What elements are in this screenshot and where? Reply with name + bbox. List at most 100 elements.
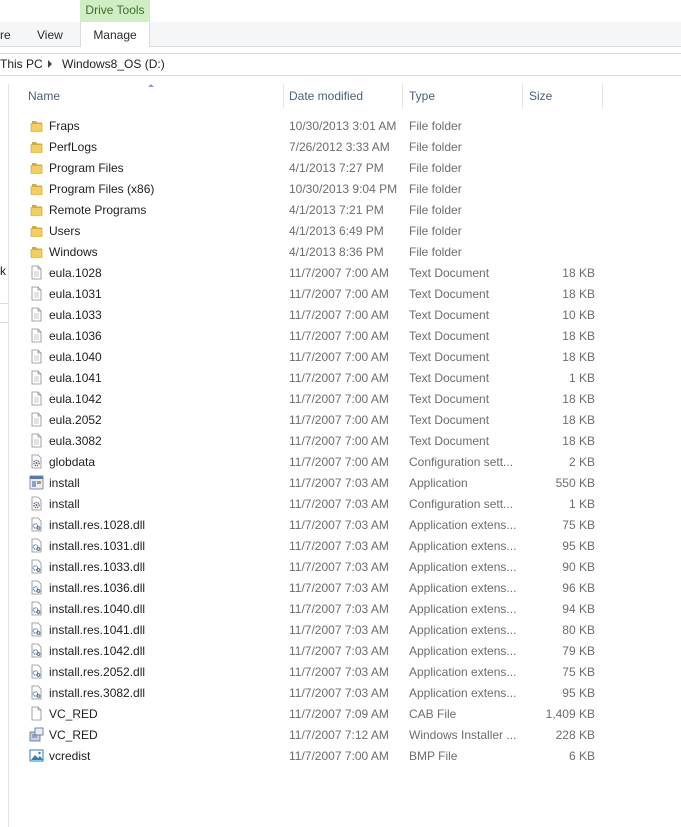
breadcrumb-chevron-icon[interactable] — [48, 60, 52, 68]
file-name: Program Files (x86) — [49, 182, 155, 196]
file-name: eula.1041 — [49, 371, 102, 385]
file-row[interactable]: Program Files 4/1/2013 7:27 PM File folder — [0, 157, 681, 178]
file-name: eula.1028 — [49, 266, 102, 280]
file-row[interactable]: globdata 11/7/2007 7:00 AM Configuration s… — [0, 451, 681, 472]
file-date-modified: 11/7/2007 7:03 AM — [289, 623, 389, 637]
file-size: 18 KB — [562, 266, 595, 280]
file-row[interactable]: eula.1041 11/7/2007 7:00 AM Text Document 1… — [0, 367, 681, 388]
file-row[interactable]: install.res.1028.dll 11/7/2007 7:03 AM App… — [0, 514, 681, 535]
file-date-modified: 7/26/2012 3:33 AM — [289, 140, 390, 154]
file-row[interactable]: Users 4/1/2013 6:49 PM File folder — [0, 220, 681, 241]
breadcrumb-drive[interactable]: Windows8_OS (D:) — [62, 57, 165, 71]
file-row[interactable]: eula.3082 11/7/2007 7:00 AM Text Document 1… — [0, 430, 681, 451]
file-name: install.res.1036.dll — [49, 581, 146, 595]
file-row[interactable]: eula.2052 11/7/2007 7:00 AM Text Document 1… — [0, 409, 681, 430]
file-name: Program Files — [49, 161, 124, 175]
file-row[interactable]: eula.1040 11/7/2007 7:00 AM Text Document 1… — [0, 346, 681, 367]
file-row[interactable]: vcredist 11/7/2007 7:00 AM BMP File 6 KB — [0, 745, 681, 766]
file-type: Text Document — [409, 329, 490, 343]
tab-view[interactable]: View — [37, 22, 63, 46]
file-row[interactable]: install.res.1040.dll 11/7/2007 7:03 AM App… — [0, 598, 681, 619]
file-size: 228 KB — [555, 728, 595, 742]
file-row[interactable]: VC_RED 11/7/2007 7:09 AM CAB File 1,409 KB — [0, 703, 681, 724]
file-row[interactable]: install 11/7/2007 7:03 AM Configuration se… — [0, 493, 681, 514]
file-row[interactable]: install 11/7/2007 7:03 AM Application 550 K… — [0, 472, 681, 493]
file-type: Text Document — [409, 371, 490, 385]
file-name: vcredist — [49, 749, 91, 763]
file-type: Application extens... — [409, 539, 517, 553]
file-date-modified: 11/7/2007 7:03 AM — [289, 476, 389, 490]
file-row[interactable]: install.res.1042.dll 11/7/2007 7:03 AM App… — [0, 640, 681, 661]
file-date-modified: 11/7/2007 7:00 AM — [289, 287, 389, 301]
file-row[interactable]: eula.1028 11/7/2007 7:00 AM Text Document 1… — [0, 262, 681, 283]
file-date-modified: 11/7/2007 7:00 AM — [289, 308, 389, 322]
file-row[interactable]: Fraps 10/30/2013 3:01 AM File folder — [0, 115, 681, 136]
file-type: Text Document — [409, 287, 490, 301]
bitmap-image-icon — [29, 748, 44, 763]
file-type: Text Document — [409, 350, 490, 364]
column-header-size[interactable]: Size — [529, 89, 552, 103]
file-name: eula.1031 — [49, 287, 102, 301]
column-header-type[interactable]: Type — [409, 89, 435, 103]
file-row[interactable]: eula.1031 11/7/2007 7:00 AM Text Document 1… — [0, 283, 681, 304]
text-document-icon — [29, 307, 44, 322]
file-type: Configuration sett... — [409, 455, 514, 469]
file-size: 79 KB — [562, 644, 595, 658]
file-row[interactable]: eula.1036 11/7/2007 7:00 AM Text Document 1… — [0, 325, 681, 346]
file-type: Application — [409, 476, 468, 490]
file-name: eula.2052 — [49, 413, 102, 427]
file-row[interactable]: Windows 4/1/2013 8:36 PM File folder — [0, 241, 681, 262]
column-header-date[interactable]: Date modified — [289, 89, 363, 103]
file-size: 75 KB — [562, 518, 595, 532]
file-row[interactable]: install.res.1031.dll 11/7/2007 7:03 AM App… — [0, 535, 681, 556]
address-bar[interactable]: This PC Windows8_OS (D:) — [0, 53, 681, 76]
file-type: File folder — [409, 203, 462, 217]
drive-tools-context-tab[interactable]: Drive Tools — [80, 0, 150, 22]
file-date-modified: 11/7/2007 7:00 AM — [289, 749, 389, 763]
file-row[interactable]: install.res.2052.dll 11/7/2007 7:03 AM App… — [0, 661, 681, 682]
file-size: 90 KB — [562, 560, 595, 574]
file-type: Windows Installer ... — [409, 728, 517, 742]
dll-icon — [29, 664, 44, 679]
file-row[interactable]: Program Files (x86) 10/30/2013 9:04 PM Fil… — [0, 178, 681, 199]
file-name: PerfLogs — [49, 140, 98, 154]
file-type: Application extens... — [409, 602, 517, 616]
file-size: 10 KB — [562, 308, 595, 322]
file-name: install — [49, 476, 80, 490]
file-type: File folder — [409, 140, 462, 154]
file-name: eula.3082 — [49, 434, 102, 448]
breadcrumb-this-pc[interactable]: This PC — [0, 57, 43, 71]
column-divider[interactable] — [402, 84, 403, 108]
file-date-modified: 11/7/2007 7:03 AM — [289, 560, 389, 574]
column-header-name[interactable]: Name — [28, 89, 60, 103]
dll-icon — [29, 643, 44, 658]
file-name: Fraps — [49, 119, 80, 133]
file-row[interactable]: install.res.1041.dll 11/7/2007 7:03 AM App… — [0, 619, 681, 640]
file-row[interactable]: install.res.1036.dll 11/7/2007 7:03 AM App… — [0, 577, 681, 598]
file-row[interactable]: eula.1033 11/7/2007 7:00 AM Text Document 1… — [0, 304, 681, 325]
file-row[interactable]: PerfLogs 7/26/2012 3:33 AM File folder — [0, 136, 681, 157]
column-divider[interactable] — [283, 84, 284, 108]
file-name: install.res.1042.dll — [49, 644, 146, 658]
file-type: Text Document — [409, 392, 490, 406]
column-divider[interactable] — [522, 84, 523, 108]
folder-icon — [29, 139, 44, 154]
dll-icon — [29, 685, 44, 700]
file-type: Application extens... — [409, 581, 517, 595]
file-name: eula.1042 — [49, 392, 102, 406]
file-row[interactable]: Remote Programs 4/1/2013 7:21 PM File fold… — [0, 199, 681, 220]
file-size: 18 KB — [562, 392, 595, 406]
file-row[interactable]: eula.1042 11/7/2007 7:00 AM Text Document 1… — [0, 388, 681, 409]
tab-share[interactable]: re — [0, 22, 11, 46]
file-type: Text Document — [409, 266, 490, 280]
file-name: VC_RED — [49, 728, 98, 742]
text-document-icon — [29, 328, 44, 343]
file-row[interactable]: install.res.3082.dll 11/7/2007 7:03 AM App… — [0, 682, 681, 703]
file-row[interactable]: VC_RED 11/7/2007 7:12 AM Windows Installer… — [0, 724, 681, 745]
cab-file-icon — [29, 706, 44, 721]
tab-manage[interactable]: Manage — [80, 22, 150, 47]
file-size: 94 KB — [562, 602, 595, 616]
column-divider[interactable] — [602, 84, 603, 108]
file-date-modified: 11/7/2007 7:00 AM — [289, 434, 389, 448]
file-row[interactable]: install.res.1033.dll 11/7/2007 7:03 AM App… — [0, 556, 681, 577]
